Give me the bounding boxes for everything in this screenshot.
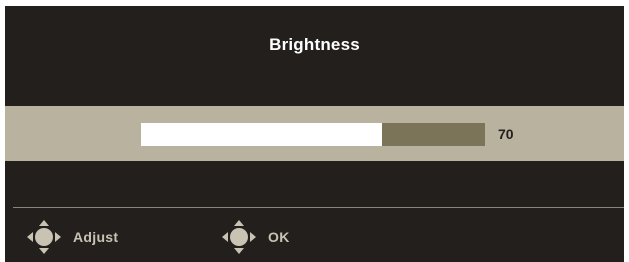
brightness-slider[interactable] bbox=[141, 123, 485, 146]
footer-divider bbox=[13, 207, 624, 208]
brightness-slider-fill bbox=[141, 123, 382, 146]
adjust-hint: Adjust bbox=[25, 219, 118, 255]
brightness-value: 70 bbox=[498, 126, 514, 142]
osd-title: Brightness bbox=[269, 35, 360, 54]
ok-hint: OK bbox=[220, 219, 290, 255]
joystick-ok-icon bbox=[222, 220, 256, 254]
osd-menu: Brightness 70 Adjust OK bbox=[5, 6, 624, 262]
joystick-adjust-icon bbox=[27, 220, 61, 254]
brightness-slider-band: 70 bbox=[5, 106, 624, 161]
adjust-label: Adjust bbox=[73, 229, 119, 245]
ok-label: OK bbox=[268, 229, 290, 245]
